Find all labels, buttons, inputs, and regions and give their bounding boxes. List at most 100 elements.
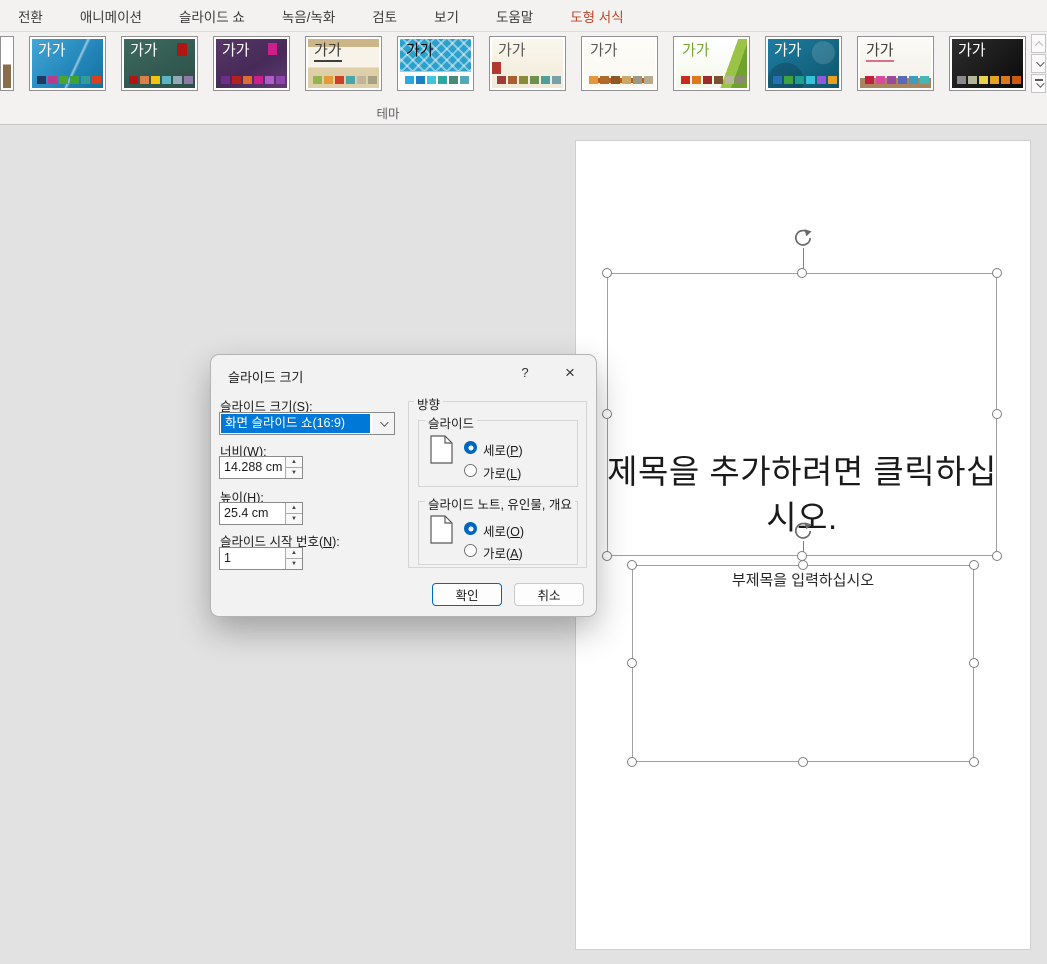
ribbon-tab-review[interactable]: 검토: [372, 6, 397, 26]
selection-handle[interactable]: [798, 757, 808, 767]
theme-label: 가가: [590, 41, 618, 60]
ribbon-tab-bar: 전환 애니메이션 슬라이드 쇼 녹음/녹화 검토 보기 도움말 도형 서식: [0, 0, 1047, 31]
help-button[interactable]: ?: [516, 365, 534, 383]
start-number-value: 1: [224, 551, 231, 565]
portrait-page-icon: [430, 435, 453, 464]
selection-handle[interactable]: [627, 757, 637, 767]
slide-portrait-radio[interactable]: [464, 441, 477, 454]
notes-orientation-group-label: 슬라이드 노트, 유인물, 개요: [425, 494, 575, 513]
theme-label: 가가: [38, 41, 66, 60]
ribbon-tab-record[interactable]: 녹음/녹화: [282, 6, 335, 26]
width-spin-down-button[interactable]: ▼: [286, 468, 302, 478]
slide-landscape-label[interactable]: 가로(L): [483, 463, 521, 482]
selection-handle[interactable]: [969, 560, 979, 570]
selection-handle[interactable]: [627, 658, 637, 668]
ribbon-tab-help[interactable]: 도움말: [496, 6, 533, 26]
theme-swatches: [497, 76, 561, 84]
ribbon-tab-shape-format[interactable]: 도형 서식: [570, 6, 623, 26]
height-spin-up-button[interactable]: ▲: [286, 503, 302, 514]
ribbon-themes-group: 가가 가가 가가 가가 가가 가가 가가 가가 가가 가가 가가: [0, 31, 1047, 95]
theme-label: 가가: [314, 41, 342, 62]
start-number-input[interactable]: 1 ▲▼: [219, 547, 303, 570]
slide-size-dialog: 슬라이드 크기 ? × 슬라이드 크기(S): 화면 슬라이드 쇼(16:9) …: [211, 355, 596, 616]
theme-thumbnail[interactable]: 가가: [857, 36, 934, 91]
combo-dropdown-button[interactable]: [372, 413, 394, 434]
orientation-group-label: 방향: [414, 394, 443, 413]
theme-label: 가가: [406, 41, 434, 60]
chevron-up-icon: [1034, 41, 1042, 49]
gallery-scroll-controls: [1031, 34, 1046, 93]
theme-swatches: [865, 76, 929, 84]
ok-button[interactable]: 확인: [432, 583, 502, 606]
number-spin-down-button[interactable]: ▼: [286, 559, 302, 569]
theme-thumbnail[interactable]: 가가: [949, 36, 1026, 91]
rotate-handle-icon[interactable]: [793, 228, 813, 248]
gallery-scroll-up-button[interactable]: [1031, 34, 1046, 53]
theme-swatches: [957, 76, 1021, 84]
width-input[interactable]: 14.288 cm ▲▼: [219, 456, 303, 479]
theme-thumbnail[interactable]: 가가: [765, 36, 842, 91]
theme-swatches: [773, 76, 837, 84]
ribbon-tab-animations[interactable]: 애니메이션: [80, 6, 142, 26]
height-value: 25.4 cm: [224, 506, 268, 520]
slide-size-select[interactable]: 화면 슬라이드 쇼(16:9): [219, 412, 395, 435]
theme-swatches: [37, 76, 101, 84]
ribbon-tab-slideshow[interactable]: 슬라이드 쇼: [179, 6, 245, 26]
cancel-button[interactable]: 취소: [514, 583, 584, 606]
themes-group-label: 테마: [376, 103, 399, 122]
theme-swatches: [405, 76, 469, 84]
selection-handle[interactable]: [992, 551, 1002, 561]
selection-handle[interactable]: [627, 560, 637, 570]
width-spin-up-button[interactable]: ▲: [286, 457, 302, 468]
theme-swatches: [313, 76, 377, 84]
theme-label: 가가: [130, 41, 158, 60]
theme-label: 가가: [958, 41, 986, 60]
gallery-more-button[interactable]: [1031, 74, 1046, 93]
close-button[interactable]: ×: [559, 362, 581, 384]
notes-landscape-radio[interactable]: [464, 544, 477, 557]
selection-handle[interactable]: [992, 409, 1002, 419]
selection-handle[interactable]: [602, 268, 612, 278]
theme-label: 가가: [682, 41, 710, 60]
theme-thumbnail[interactable]: 가가: [305, 36, 382, 91]
subtitle-placeholder-text[interactable]: 부제목을 입력하십시오: [632, 569, 974, 590]
theme-swatches: [221, 76, 285, 84]
chevron-down-icon: [380, 418, 388, 426]
theme-label: 가가: [222, 41, 250, 60]
theme-thumbnail[interactable]: 가가: [489, 36, 566, 91]
theme-thumbnail[interactable]: 가가: [213, 36, 290, 91]
height-spin-down-button[interactable]: ▼: [286, 514, 302, 524]
selection-handle[interactable]: [798, 560, 808, 570]
selection-handle[interactable]: [969, 658, 979, 668]
theme-thumbnail[interactable]: [0, 36, 14, 91]
theme-swatches: [129, 76, 193, 84]
notes-portrait-radio[interactable]: [464, 522, 477, 535]
rotate-handle-icon[interactable]: [793, 521, 813, 541]
selection-handle[interactable]: [992, 268, 1002, 278]
theme-thumbnail[interactable]: 가가: [121, 36, 198, 91]
theme-thumbnail[interactable]: 가가: [673, 36, 750, 91]
subtitle-placeholder[interactable]: [632, 565, 974, 762]
number-spin-up-button[interactable]: ▲: [286, 548, 302, 559]
selection-handle[interactable]: [602, 409, 612, 419]
ribbon-tab-transitions[interactable]: 전환: [18, 6, 43, 26]
slide-portrait-label[interactable]: 세로(P): [483, 440, 523, 459]
width-value: 14.288 cm: [224, 460, 282, 474]
notes-portrait-label[interactable]: 세로(O): [483, 521, 524, 540]
theme-thumbnail[interactable]: 가가: [29, 36, 106, 91]
selection-handle[interactable]: [602, 551, 612, 561]
ribbon-tab-view[interactable]: 보기: [434, 6, 459, 26]
portrait-page-icon: [430, 515, 453, 544]
gallery-scroll-down-button[interactable]: [1031, 54, 1046, 73]
theme-thumbnail[interactable]: 가가: [581, 36, 658, 91]
theme-swatches: [681, 76, 745, 84]
height-input[interactable]: 25.4 cm ▲▼: [219, 502, 303, 525]
slide-landscape-radio[interactable]: [464, 464, 477, 477]
slide-size-selected-value: 화면 슬라이드 쇼(16:9): [221, 414, 370, 433]
theme-thumbnail[interactable]: 가가: [397, 36, 474, 91]
selection-handle[interactable]: [969, 757, 979, 767]
selection-handle[interactable]: [797, 268, 807, 278]
dialog-title: 슬라이드 크기: [228, 367, 303, 386]
theme-label: 가가: [498, 41, 526, 60]
notes-landscape-label[interactable]: 가로(A): [483, 543, 523, 562]
